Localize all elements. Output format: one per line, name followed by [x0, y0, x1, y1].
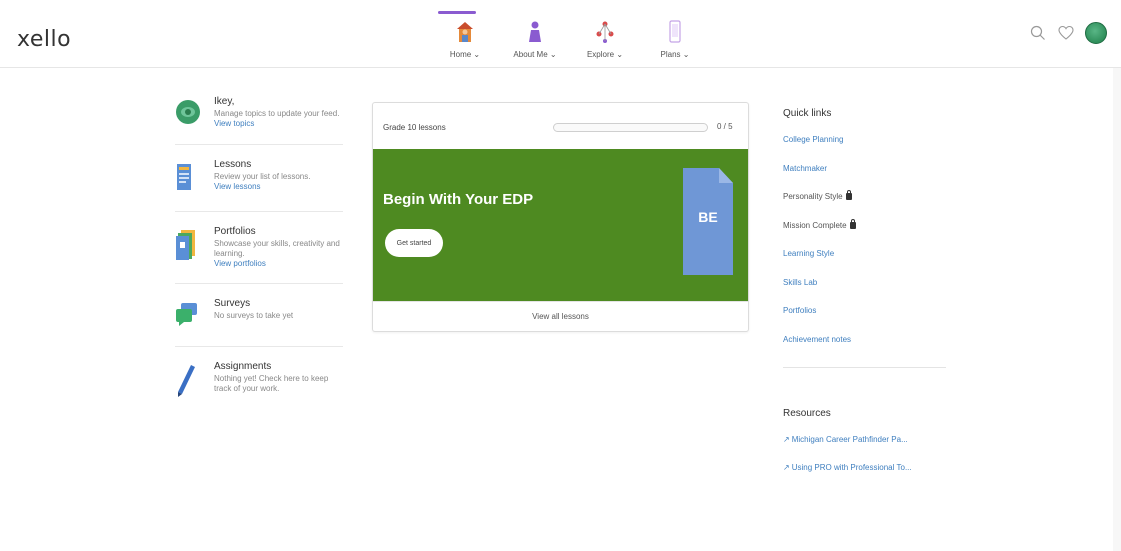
user-avatar[interactable]: [1085, 22, 1107, 44]
left-feature-list: Ikey, Manage topics to update your feed.…: [175, 96, 343, 431]
nav-home[interactable]: Home ⌄: [430, 0, 500, 68]
nav-explore-label: Explore ⌄: [586, 50, 624, 59]
top-navigation-bar: xello Home ⌄ About Me ⌄ Explore ⌄ Plans …: [0, 0, 1121, 68]
nav-about-me[interactable]: About Me ⌄: [500, 0, 570, 68]
right-sidebar: Quick links College Planning Matchmaker Pe…: [783, 108, 948, 489]
quick-link-item[interactable]: Mission Complete: [783, 218, 948, 248]
resource-link[interactable]: ↗ Using PRO with Professional To...: [783, 461, 948, 489]
quick-link-item[interactable]: Portfolios: [783, 304, 948, 333]
quick-link-label: Skills Lab: [783, 277, 818, 287]
divider: [783, 367, 946, 368]
left-item-surveys: Surveys No surveys to take yet: [175, 298, 343, 347]
quick-link-label: Achievement notes: [783, 334, 852, 344]
left-item-ikey: Ikey, Manage topics to update your feed.…: [175, 96, 343, 145]
quick-link-item[interactable]: Skills Lab: [783, 276, 948, 305]
banner-title: Begin With Your EDP: [383, 191, 534, 208]
lock-icon: [845, 190, 852, 200]
resources-list: ↗ Michigan Career Pathfinder Pa... ↗ Using …: [783, 433, 948, 489]
resource-label: Michigan Career Pathfinder Pa...: [791, 435, 908, 444]
lock-icon: [849, 218, 856, 229]
house-person-icon: [457, 22, 473, 42]
lessons-desc: Review your list of lessons.: [214, 172, 311, 181]
lessons-progress-bar: [553, 123, 708, 132]
search-icon[interactable]: [1029, 24, 1047, 42]
assignments-desc: Nothing yet! Check here to keep track of…: [214, 374, 329, 393]
heart-icon[interactable]: [1057, 24, 1075, 42]
quick-link-label: Learning Style: [783, 249, 835, 258]
lessons-title: Lessons: [214, 159, 252, 170]
nav-plans[interactable]: Plans ⌄: [640, 0, 710, 68]
main-nav: Home ⌄ About Me ⌄ Explore ⌄ Plans ⌄: [430, 0, 710, 68]
get-started-button[interactable]: Get started: [385, 229, 443, 257]
quick-link-label: Matchmaker: [783, 163, 828, 173]
quick-link-label: Portfolios: [783, 306, 817, 315]
document-label: BE: [698, 209, 718, 225]
nav-about-me-label: About Me ⌄: [513, 50, 557, 59]
view-topics-link[interactable]: View topics: [214, 119, 343, 129]
lessons-card: Grade 10 lessons 0 / 5 Begin With Your E…: [372, 102, 749, 332]
assignments-title: Assignments: [214, 361, 272, 372]
resources-heading: Resources: [783, 408, 831, 419]
scrollbar[interactable]: [1113, 68, 1121, 551]
external-link-icon: ↗: [783, 435, 790, 444]
view-portfolios-link[interactable]: View portfolios: [214, 259, 343, 269]
nav-explore[interactable]: Explore ⌄: [570, 0, 640, 68]
explore-network-icon: [596, 21, 614, 43]
ikey-desc: Manage topics to update your feed.: [214, 109, 340, 118]
lesson-banner: Begin With Your EDP Get started BE: [373, 149, 748, 301]
quick-links-heading: Quick links: [783, 108, 832, 119]
xello-logo[interactable]: xello: [17, 27, 71, 52]
quick-link-label: Personality Style: [783, 192, 843, 201]
resource-link[interactable]: ↗ Michigan Career Pathfinder Pa...: [783, 433, 948, 461]
lessons-card-header: Grade 10 lessons 0 / 5: [373, 103, 748, 149]
quick-link-label: College Planning: [783, 135, 844, 144]
quick-link-item[interactable]: Learning Style: [783, 247, 948, 276]
surveys-desc: No surveys to take yet: [214, 311, 294, 320]
quick-link-item[interactable]: Achievement notes: [783, 333, 948, 362]
portfolio-icon: [176, 230, 195, 260]
left-item-portfolios: Portfolios Showcase your skills, creativ…: [175, 226, 343, 284]
quick-link-label: Mission Complete: [783, 220, 847, 230]
nav-plans-label: Plans ⌄: [660, 50, 690, 59]
left-item-lessons: Lessons Review your list of lessons. Vie…: [175, 159, 343, 212]
portfolios-desc: Showcase your skills, creativity and lea…: [214, 239, 340, 258]
quick-link-item[interactable]: Matchmaker: [783, 162, 948, 191]
portfolios-title: Portfolios: [214, 226, 256, 237]
resource-label: Using PRO with Professional To...: [791, 463, 912, 472]
grade-lessons-label: Grade 10 lessons: [383, 123, 446, 132]
quick-link-item[interactable]: College Planning: [783, 133, 948, 162]
nav-home-label: Home ⌄: [449, 50, 481, 59]
view-all-lessons-link[interactable]: View all lessons: [373, 301, 748, 331]
header-actions: [1029, 22, 1107, 44]
lessons-doc-icon: [177, 164, 191, 190]
view-lessons-link[interactable]: View lessons: [214, 182, 343, 192]
pencil-icon: [178, 365, 195, 397]
surveys-title: Surveys: [214, 298, 251, 309]
external-link-icon: ↗: [783, 463, 790, 472]
quick-link-item[interactable]: Personality Style: [783, 190, 948, 219]
person-icon: [529, 21, 541, 42]
quick-links-list: College Planning Matchmaker Personality St…: [783, 133, 948, 361]
survey-chat-icon: [176, 303, 197, 326]
avatar-icon: [176, 100, 200, 124]
left-item-assignments: Assignments Nothing yet! Check here to k…: [175, 361, 343, 417]
ikey-title: Ikey,: [214, 96, 235, 107]
phone-plans-icon: [669, 20, 681, 43]
lessons-progress-count: 0 / 5: [717, 122, 733, 131]
